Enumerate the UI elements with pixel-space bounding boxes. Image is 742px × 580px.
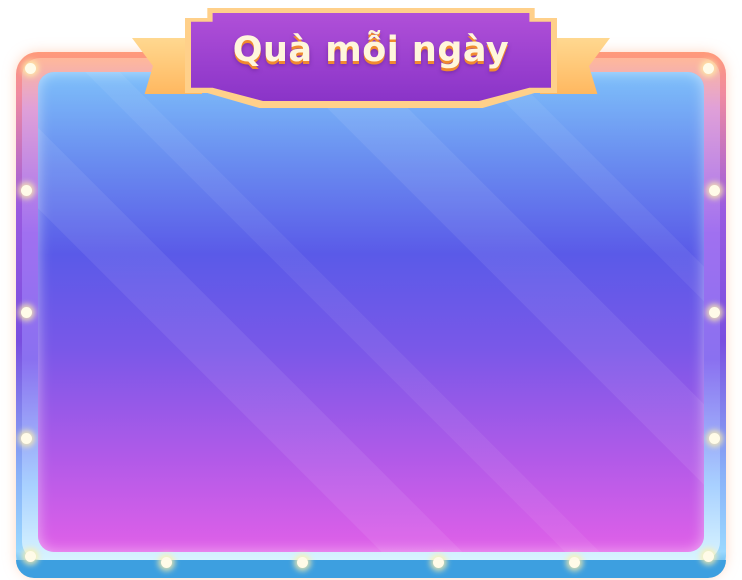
frame-light-icon	[703, 63, 714, 74]
panel-frame-base	[16, 560, 726, 578]
frame-light-icon	[709, 185, 720, 196]
frame-light-icon	[433, 557, 444, 568]
frame-light-icon	[21, 185, 32, 196]
frame-light-icon	[21, 433, 32, 444]
frame-light-icon	[161, 557, 172, 568]
frame-light-icon	[25, 551, 36, 562]
daily-reward-content-panel	[38, 72, 704, 552]
frame-light-icon	[297, 557, 308, 568]
frame-light-icon	[25, 63, 36, 74]
frame-light-icon	[703, 551, 714, 562]
frame-light-icon	[709, 433, 720, 444]
frame-light-icon	[569, 557, 580, 568]
page-title: Quà mỗi ngày	[232, 30, 510, 70]
frame-light-icon	[21, 307, 32, 318]
frame-light-icon	[709, 307, 720, 318]
